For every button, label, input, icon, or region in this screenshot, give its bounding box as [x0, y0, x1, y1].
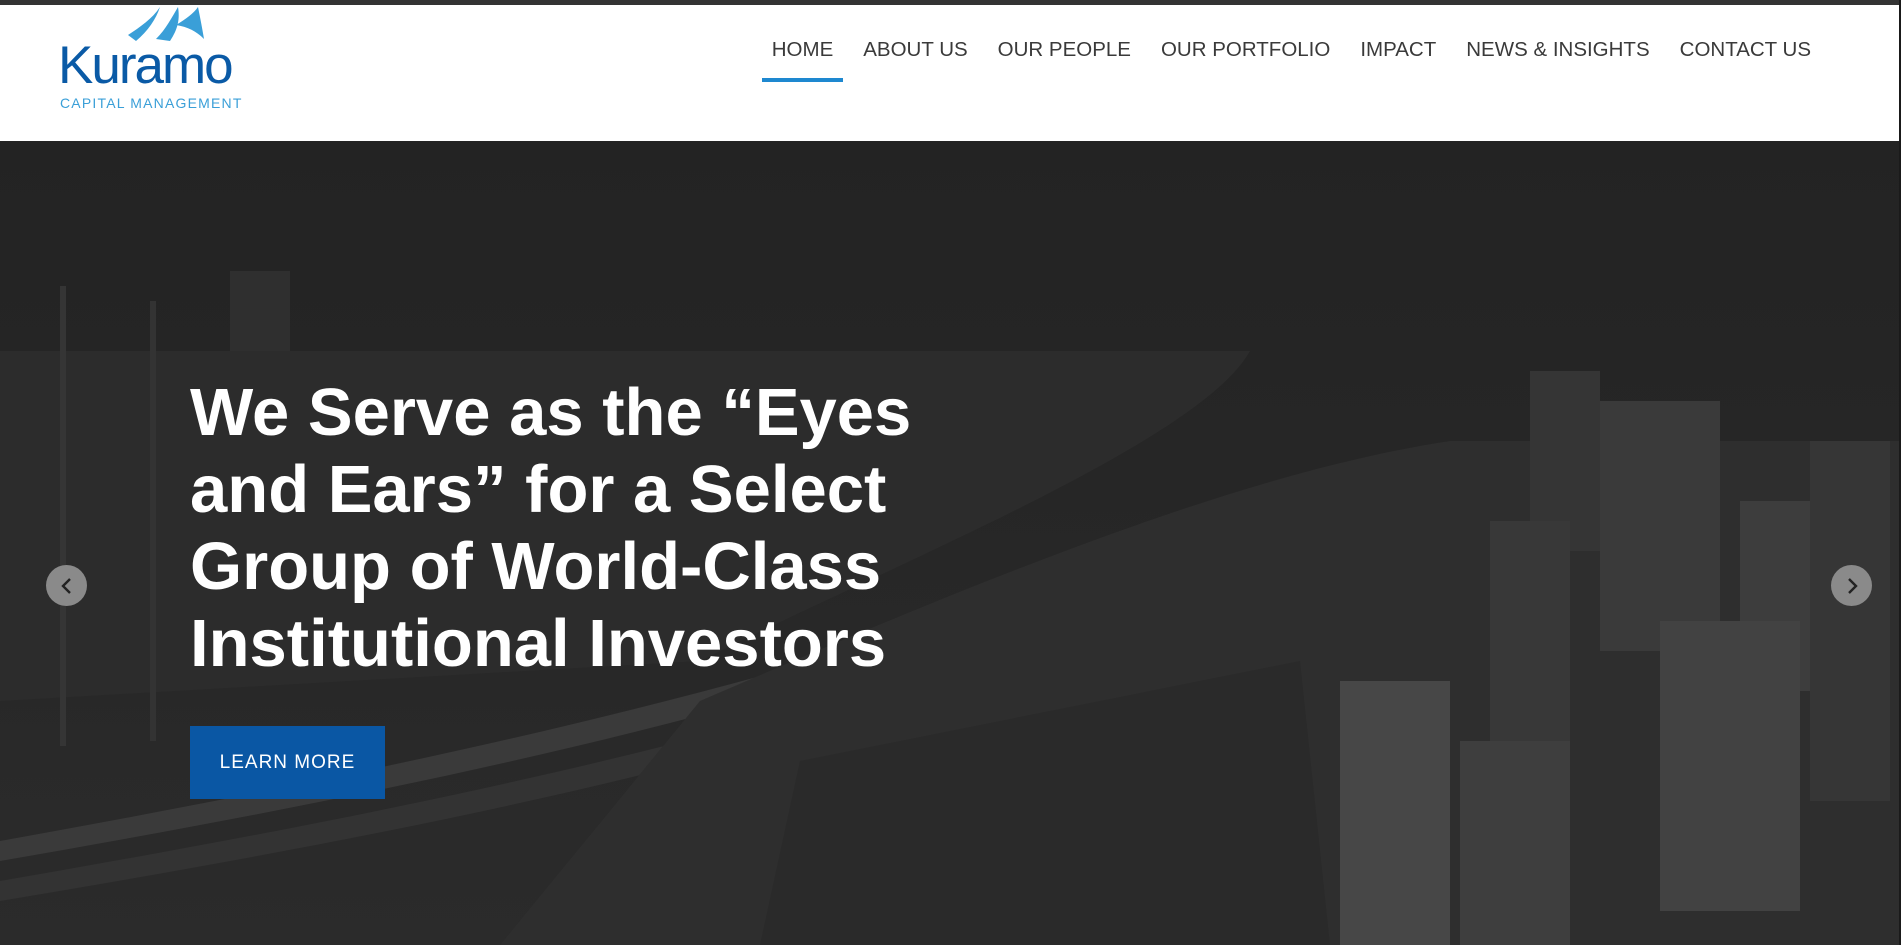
chevron-right-icon	[1847, 577, 1858, 594]
chevron-left-icon	[60, 577, 71, 594]
logo[interactable]: Kuramo CAPITAL MANAGEMENT	[58, 5, 258, 117]
brand-tagline: CAPITAL MANAGEMENT	[60, 95, 243, 111]
nav-item-our-people[interactable]: OUR PEOPLE	[988, 38, 1141, 82]
nav-item-impact[interactable]: IMPACT	[1350, 38, 1446, 82]
brand-name: Kuramo	[58, 36, 234, 95]
main-nav: HOME ABOUT US OUR PEOPLE OUR PORTFOLIO I…	[752, 38, 1821, 82]
nav-item-our-portfolio[interactable]: OUR PORTFOLIO	[1151, 38, 1340, 82]
slider-prev-button[interactable]	[46, 565, 87, 606]
nav-item-contact-us[interactable]: CONTACT US	[1670, 38, 1821, 82]
slider-next-button[interactable]	[1831, 565, 1872, 606]
site-header: Kuramo CAPITAL MANAGEMENT HOME ABOUT US …	[0, 5, 1901, 141]
nav-item-home[interactable]: HOME	[761, 38, 844, 82]
hero-headline: We Serve as the “Eyes and Ears” for a Se…	[190, 375, 912, 681]
nav-item-news-insights[interactable]: NEWS & INSIGHTS	[1456, 38, 1659, 82]
learn-more-button[interactable]: LEARN MORE	[190, 726, 385, 799]
hero-slider: We Serve as the “Eyes and Ears” for a Se…	[0, 141, 1899, 945]
nav-item-about-us[interactable]: ABOUT US	[853, 38, 977, 82]
